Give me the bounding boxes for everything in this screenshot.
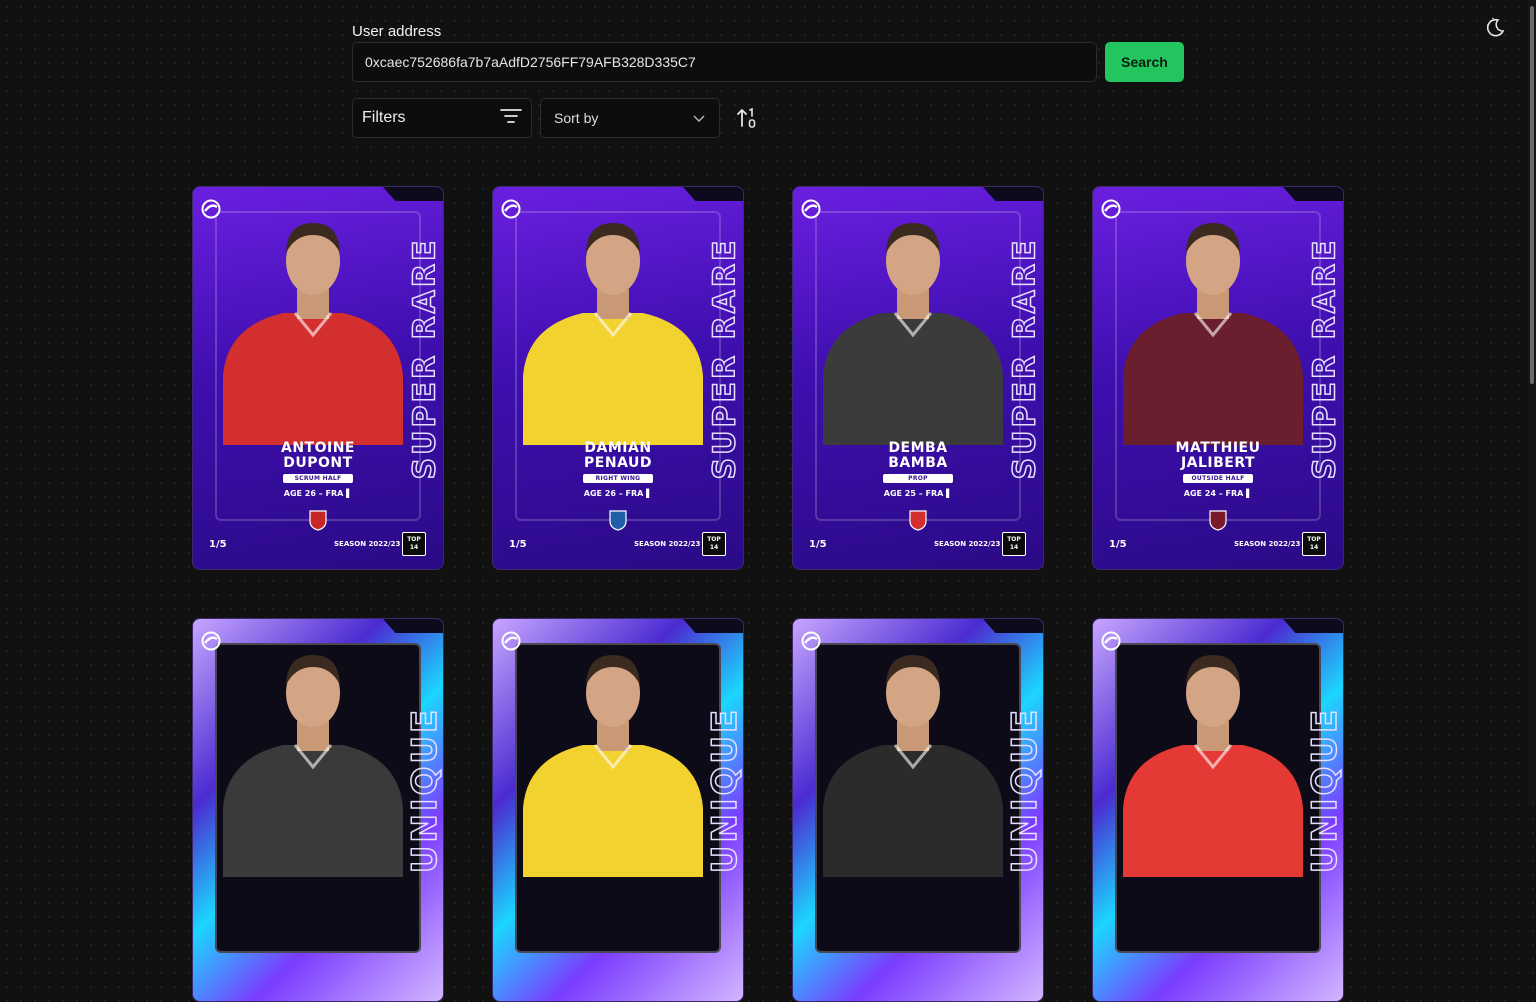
- league-logo: TOP 14: [1302, 532, 1326, 556]
- filter-lines-icon: [500, 107, 522, 130]
- player-photo: [823, 655, 1003, 877]
- league-logo: TOP 14: [1002, 532, 1026, 556]
- player-position: PROP: [883, 474, 953, 483]
- sort-by-label: Sort by: [554, 110, 599, 126]
- club-badge-icon: [908, 509, 928, 531]
- player-photo: [523, 223, 703, 445]
- scrollbar-thumb[interactable]: [1530, 6, 1534, 384]
- player-photo: [1123, 655, 1303, 877]
- league-logo: TOP 14: [402, 532, 426, 556]
- chevron-down-icon: [693, 110, 705, 126]
- player-position: OUTSIDE HALF: [1183, 474, 1253, 483]
- card-serial: 1/5: [209, 539, 227, 550]
- card-serial: 1/5: [809, 539, 827, 550]
- player-age-nationality: AGE 25 – FRA ▌: [883, 489, 953, 498]
- card-season: SEASON 2022/23: [934, 540, 1001, 548]
- player-card[interactable]: UNIQUE: [492, 618, 744, 1002]
- search-row: Search: [352, 42, 1184, 82]
- player-card[interactable]: SUPER RARE MATTHIEU JALIBERT OUTSIDE HALF A…: [1092, 186, 1344, 570]
- player-age-nationality: AGE 24 – FRA ▌: [1183, 489, 1253, 498]
- player-card[interactable]: SUPER RARE DEMBA BAMBA PROP AGE 25 – FRA ▌ 1…: [792, 186, 1044, 570]
- player-card[interactable]: UNIQUE: [1092, 618, 1344, 1002]
- player-age-nationality: AGE 26 – FRA ▌: [283, 489, 353, 498]
- player-card[interactable]: UNIQUE: [792, 618, 1044, 1002]
- club-badge-icon: [608, 509, 628, 531]
- club-badge-icon: [308, 509, 328, 531]
- sort-direction-icon[interactable]: [736, 106, 760, 130]
- club-badge-icon: [1208, 509, 1228, 531]
- player-card[interactable]: SUPER RARE ANTOINE DUPONT SCRUM HALF AGE 26…: [192, 186, 444, 570]
- player-name: MATTHIEU JALIBERT: [1175, 440, 1261, 471]
- card-serial: 1/5: [1109, 539, 1127, 550]
- player-name: DEMBA BAMBA: [888, 440, 948, 471]
- search-button[interactable]: Search: [1105, 42, 1184, 82]
- player-photo: [523, 655, 703, 877]
- card-season: SEASON 2022/23: [1234, 540, 1301, 548]
- player-photo: [223, 655, 403, 877]
- card-season: SEASON 2022/23: [334, 540, 401, 548]
- player-photo: [823, 223, 1003, 445]
- league-logo: TOP 14: [702, 532, 726, 556]
- player-name: ANTOINE DUPONT: [281, 440, 355, 471]
- card-serial: 1/5: [509, 539, 527, 550]
- player-position: RIGHT WING: [583, 474, 653, 483]
- user-address-label: User address: [352, 23, 442, 40]
- sort-by-select[interactable]: Sort by: [540, 98, 720, 138]
- player-age-nationality: AGE 26 – FRA ▌: [583, 489, 653, 498]
- filters-label: Filters: [362, 109, 406, 126]
- card-season: SEASON 2022/23: [634, 540, 701, 548]
- player-card[interactable]: SUPER RARE DAMIAN PENAUD RIGHT WING AGE 26 …: [492, 186, 744, 570]
- filters-button[interactable]: Filters: [352, 98, 532, 138]
- player-photo: [1123, 223, 1303, 445]
- player-name: DAMIAN PENAUD: [584, 440, 652, 471]
- user-address-input[interactable]: [352, 42, 1097, 82]
- player-photo: [223, 223, 403, 445]
- theme-toggle-moon-icon[interactable]: [1484, 16, 1506, 38]
- player-position: SCRUM HALF: [283, 474, 353, 483]
- player-card[interactable]: UNIQUE: [192, 618, 444, 1002]
- search-form: User address Search Filters Sort by: [352, 22, 1184, 138]
